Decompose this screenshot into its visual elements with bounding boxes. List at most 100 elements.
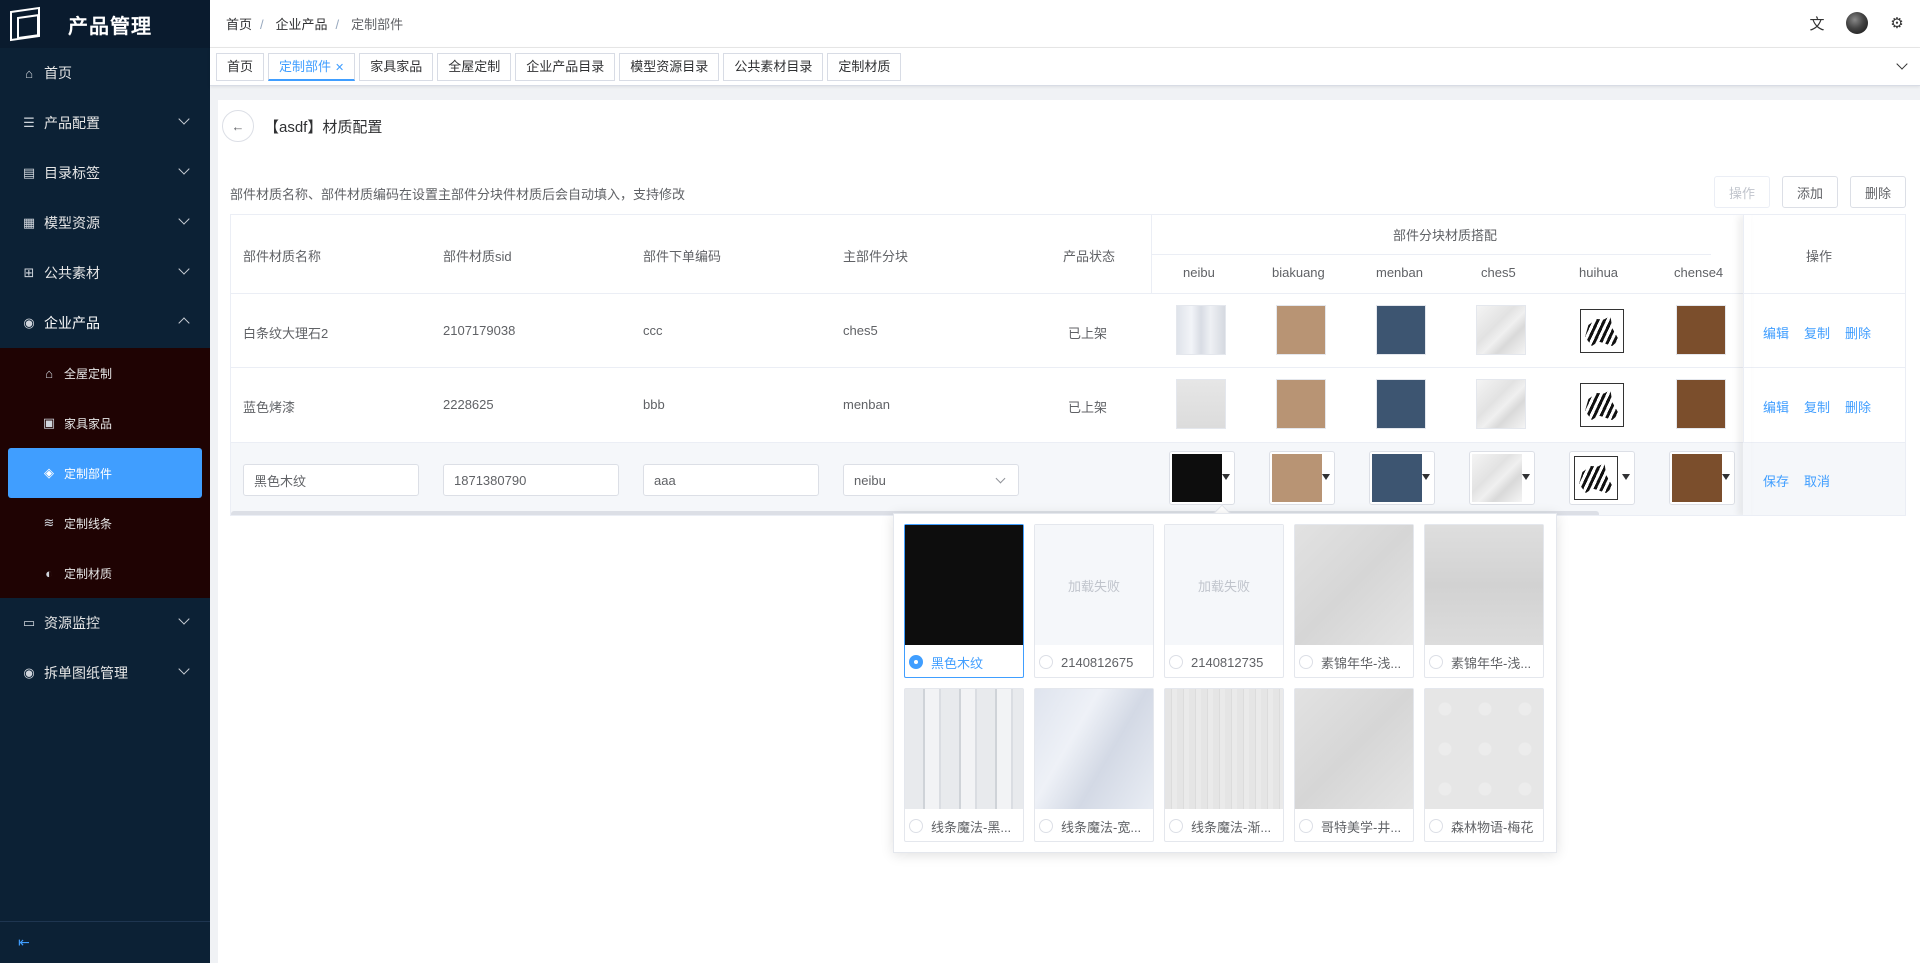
chevron-down-icon[interactable] <box>1896 58 1908 70</box>
add-button[interactable]: 添加 <box>1781 176 1838 208</box>
radio-button[interactable] <box>1169 819 1183 833</box>
material-picker[interactable] <box>1469 451 1535 505</box>
chevron-down-icon <box>178 263 190 275</box>
tab-whole-house[interactable]: 全屋定制 <box>437 52 512 81</box>
tab-enterprise-catalog[interactable]: 企业产品目录 <box>515 52 616 81</box>
operate-button[interactable]: 操作 <box>1713 176 1770 208</box>
delete-link[interactable]: 删除 <box>1845 323 1871 342</box>
material-swatch <box>1574 456 1618 500</box>
delete-button[interactable]: 删除 <box>1849 176 1906 208</box>
material-swatch <box>1476 305 1526 355</box>
cell-status: 已上架 <box>1068 400 1108 415</box>
material-swatch <box>1176 379 1226 429</box>
material-swatch <box>1276 379 1326 429</box>
material-option[interactable]: 线条魔法-宽... <box>1034 688 1154 842</box>
sidebar-item-custom-materials[interactable]: ◐ 定制材质 <box>0 548 210 598</box>
header-block-menban: menban <box>1376 265 1423 280</box>
divider <box>1151 254 1711 255</box>
divider <box>1151 215 1152 293</box>
sid-input[interactable]: 1871380790 <box>443 464 619 496</box>
logo[interactable]: 产品管理 <box>0 0 210 48</box>
sidebar-item-whole-house[interactable]: ⌂ 全屋定制 <box>0 348 210 398</box>
material-option[interactable]: 森林物语-梅花 <box>1424 688 1544 842</box>
material-picker[interactable] <box>1269 451 1335 505</box>
material-picker[interactable] <box>1569 451 1635 505</box>
save-link[interactable]: 保存 <box>1763 471 1789 490</box>
radio-button[interactable] <box>1299 655 1313 669</box>
sidebar-item-resource-monitor[interactable]: ▭ 资源监控 <box>0 598 210 648</box>
sidebar-item-furniture[interactable]: ▣ 家具家品 <box>0 398 210 448</box>
sidebar-item-catalog-tags[interactable]: ▤ 目录标签 <box>0 148 210 198</box>
sidebar-item-label: 全屋定制 <box>64 366 113 381</box>
collapse-sidebar-button[interactable]: ⇤ <box>0 921 210 963</box>
copy-link[interactable]: 复制 <box>1804 323 1830 342</box>
tags-view: 首页 定制部件 ✕ 家具家品 全屋定制 企业产品目录 模型资源目录 公共素材目录 … <box>210 48 1920 86</box>
caret-down-icon <box>1522 474 1530 480</box>
back-button[interactable]: ← <box>222 110 254 142</box>
tab-custom-materials[interactable]: 定制材质 <box>827 52 902 81</box>
radio-button[interactable] <box>1169 655 1183 669</box>
breadcrumb-item[interactable]: 首页 <box>226 17 252 32</box>
radio-button[interactable] <box>1039 655 1053 669</box>
edit-link[interactable]: 编辑 <box>1763 397 1789 416</box>
document-icon: ▤ <box>22 165 36 180</box>
tab-custom-parts[interactable]: 定制部件 ✕ <box>268 52 356 81</box>
material-option[interactable]: 线条魔法-黑... <box>904 688 1024 842</box>
radio-button[interactable] <box>909 819 923 833</box>
material-picker[interactable] <box>1169 451 1235 505</box>
sidebar-item-product-config[interactable]: ☰ 产品配置 <box>0 98 210 148</box>
radio-button[interactable] <box>909 655 923 669</box>
sidebar-item-enterprise-products[interactable]: ◉ 企业产品 <box>0 298 210 348</box>
sidebar-item-model-resources[interactable]: ▦ 模型资源 <box>0 198 210 248</box>
copy-link[interactable]: 复制 <box>1804 397 1830 416</box>
breadcrumb-item[interactable]: 企业产品 <box>276 17 328 32</box>
order-code-input[interactable]: aaa <box>643 464 819 496</box>
sidebar-item-custom-parts[interactable]: ◈ 定制部件 <box>8 448 202 498</box>
main-block-select[interactable]: neibu <box>843 464 1019 496</box>
material-option[interactable]: 加载失败 2140812675 <box>1034 524 1154 678</box>
tab-furniture[interactable]: 家具家品 <box>359 52 434 81</box>
material-option[interactable]: 素锦年华-浅... <box>1424 524 1544 678</box>
edit-link[interactable]: 编辑 <box>1763 323 1789 342</box>
cancel-link[interactable]: 取消 <box>1804 471 1830 490</box>
material-option[interactable]: 素锦年华-浅... <box>1294 524 1414 678</box>
tab-model-catalog[interactable]: 模型资源目录 <box>619 52 720 81</box>
sidebar-item-label: 目录标签 <box>44 165 100 181</box>
radio-button[interactable] <box>1299 819 1313 833</box>
material-thumbnail <box>1035 689 1153 809</box>
sidebar-item-label: 模型资源 <box>44 215 100 231</box>
sidebar-item-custom-lines[interactable]: ≋ 定制线条 <box>0 498 210 548</box>
avatar[interactable] <box>1846 12 1868 34</box>
material-picker[interactable] <box>1669 451 1735 505</box>
cell-name: 白条纹大理石2 <box>243 326 329 341</box>
material-option[interactable]: 加载失败 2140812735 <box>1164 524 1284 678</box>
name-input[interactable]: 黑色木纹 <box>243 464 419 496</box>
material-thumbnail: 加载失败 <box>1165 525 1283 645</box>
material-swatch <box>1376 305 1426 355</box>
tab-public-catalog[interactable]: 公共素材目录 <box>723 52 824 81</box>
close-icon[interactable]: ✕ <box>335 62 344 74</box>
material-thumbnail <box>1425 525 1543 645</box>
material-picker[interactable] <box>1369 451 1435 505</box>
cell-order-code: bbb <box>643 397 665 412</box>
material-swatch <box>1580 309 1624 353</box>
sidebar-item-drawing-management[interactable]: ◉ 拆单图纸管理 <box>0 648 210 698</box>
sidebar-item-public-materials[interactable]: ⊞ 公共素材 <box>0 248 210 298</box>
tab-label: 企业产品目录 <box>526 58 605 74</box>
material-option[interactable]: 线条魔法-渐... <box>1164 688 1284 842</box>
delete-link[interactable]: 删除 <box>1845 397 1871 416</box>
tab-home[interactable]: 首页 <box>216 52 265 81</box>
radio-button[interactable] <box>1429 655 1443 669</box>
material-option[interactable]: 黑色木纹 <box>904 524 1024 678</box>
sidebar-item-home[interactable]: ⌂ 首页 <box>0 48 210 98</box>
material-option[interactable]: 哥特美学-井... <box>1294 688 1414 842</box>
sidebar-item-label: 拆单图纸管理 <box>44 665 128 681</box>
radio-button[interactable] <box>1039 819 1053 833</box>
tab-label: 定制材质 <box>838 58 891 74</box>
sidebar-item-label: 家具家品 <box>64 416 113 431</box>
gear-icon[interactable]: ⚙ <box>1886 12 1908 34</box>
input-value: 黑色木纹 <box>254 473 307 489</box>
radio-button[interactable] <box>1429 819 1443 833</box>
translate-icon[interactable]: 文 <box>1806 12 1828 34</box>
tab-label: 首页 <box>227 58 254 74</box>
